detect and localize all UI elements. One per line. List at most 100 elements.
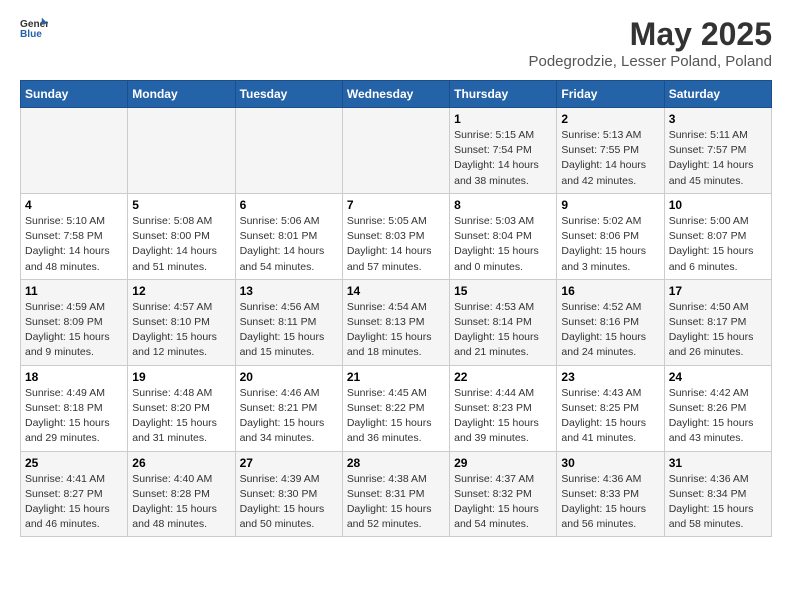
weekday-header-row: SundayMondayTuesdayWednesdayThursdayFrid… bbox=[21, 81, 772, 108]
day-number: 5 bbox=[132, 198, 230, 212]
day-info: Sunrise: 5:02 AM Sunset: 8:06 PM Dayligh… bbox=[561, 214, 659, 275]
calendar-cell: 30Sunrise: 4:36 AM Sunset: 8:33 PM Dayli… bbox=[557, 451, 664, 537]
calendar-cell bbox=[21, 108, 128, 194]
day-number: 28 bbox=[347, 456, 445, 470]
weekday-header-thursday: Thursday bbox=[450, 81, 557, 108]
day-info: Sunrise: 4:52 AM Sunset: 8:16 PM Dayligh… bbox=[561, 300, 659, 361]
weekday-header-sunday: Sunday bbox=[21, 81, 128, 108]
day-number: 10 bbox=[669, 198, 767, 212]
svg-text:Blue: Blue bbox=[20, 29, 42, 38]
calendar-cell: 24 Sunrise: 4:42 AM Sunset: 8:26 PM Dayli… bbox=[664, 365, 771, 451]
day-number: 20 bbox=[240, 370, 338, 384]
day-info: Sunrise: 5:13 AM Sunset: 7:55 PM Dayligh… bbox=[561, 128, 659, 189]
day-number: 27 bbox=[240, 456, 338, 470]
day-info: Sunrise: 4:36 AM Sunset: 8:34 PM Dayligh… bbox=[669, 472, 767, 533]
calendar-cell: 3 Sunrise: 5:11 AM Sunset: 7:57 PM Daylig… bbox=[664, 108, 771, 194]
day-info: Sunrise: 4:43 AM Sunset: 8:25 PM Dayligh… bbox=[561, 386, 659, 447]
day-number: 31 bbox=[669, 456, 767, 470]
calendar-cell: 15 Sunrise: 4:53 AM Sunset: 8:14 PM Dayli… bbox=[450, 279, 557, 365]
day-info: Sunrise: 5:05 AM Sunset: 8:03 PM Dayligh… bbox=[347, 214, 445, 275]
calendar-week-row: 4 Sunrise: 5:10 AM Sunset: 7:58 PM Daylig… bbox=[21, 193, 772, 279]
calendar-cell: 11 Sunrise: 4:59 AM Sunset: 8:09 PM Dayli… bbox=[21, 279, 128, 365]
day-info: Sunrise: 4:49 AM Sunset: 8:18 PM Dayligh… bbox=[25, 386, 123, 447]
day-number: 24 bbox=[669, 370, 767, 384]
weekday-header-saturday: Saturday bbox=[664, 81, 771, 108]
calendar-cell: 19 Sunrise: 4:48 AM Sunset: 8:20 PM Dayli… bbox=[128, 365, 235, 451]
day-number: 23 bbox=[561, 370, 659, 384]
day-info: Sunrise: 5:11 AM Sunset: 7:57 PM Dayligh… bbox=[669, 128, 767, 189]
calendar-cell: 27 Sunrise: 4:39 AM Sunset: 8:30 PM Dayli… bbox=[235, 451, 342, 537]
day-number: 13 bbox=[240, 284, 338, 298]
day-number: 26 bbox=[132, 456, 230, 470]
calendar-cell: 23 Sunrise: 4:43 AM Sunset: 8:25 PM Dayli… bbox=[557, 365, 664, 451]
calendar-week-row: 1Sunrise: 5:15 AM Sunset: 7:54 PM Daylig… bbox=[21, 108, 772, 194]
calendar-cell: 13Sunrise: 4:56 AM Sunset: 8:11 PM Dayli… bbox=[235, 279, 342, 365]
day-info: Sunrise: 5:00 AM Sunset: 8:07 PM Dayligh… bbox=[669, 214, 767, 275]
day-number: 9 bbox=[561, 198, 659, 212]
title-area: May 2025 Podegrodzie, Lesser Poland, Pol… bbox=[528, 16, 772, 70]
calendar-cell: 28 Sunrise: 4:38 AM Sunset: 8:31 PM Dayli… bbox=[342, 451, 449, 537]
calendar-cell: 17Sunrise: 4:50 AM Sunset: 8:17 PM Dayli… bbox=[664, 279, 771, 365]
weekday-header-monday: Monday bbox=[128, 81, 235, 108]
calendar-cell: 2Sunrise: 5:13 AM Sunset: 7:55 PM Daylig… bbox=[557, 108, 664, 194]
calendar-cell: 5 Sunrise: 5:08 AM Sunset: 8:00 PM Daylig… bbox=[128, 193, 235, 279]
day-info: Sunrise: 5:06 AM Sunset: 8:01 PM Dayligh… bbox=[240, 214, 338, 275]
day-number: 21 bbox=[347, 370, 445, 384]
day-number: 30 bbox=[561, 456, 659, 470]
calendar-table: SundayMondayTuesdayWednesdayThursdayFrid… bbox=[20, 80, 772, 537]
day-info: Sunrise: 4:40 AM Sunset: 8:28 PM Dayligh… bbox=[132, 472, 230, 533]
day-number: 29 bbox=[454, 456, 552, 470]
day-number: 11 bbox=[25, 284, 123, 298]
day-number: 3 bbox=[669, 112, 767, 126]
calendar-cell: 4 Sunrise: 5:10 AM Sunset: 7:58 PM Daylig… bbox=[21, 193, 128, 279]
day-info: Sunrise: 4:38 AM Sunset: 8:31 PM Dayligh… bbox=[347, 472, 445, 533]
calendar-cell: 25Sunrise: 4:41 AM Sunset: 8:27 PM Dayli… bbox=[21, 451, 128, 537]
calendar-cell: 26 Sunrise: 4:40 AM Sunset: 8:28 PM Dayli… bbox=[128, 451, 235, 537]
calendar-cell bbox=[128, 108, 235, 194]
calendar-cell: 16 Sunrise: 4:52 AM Sunset: 8:16 PM Dayli… bbox=[557, 279, 664, 365]
weekday-header-wednesday: Wednesday bbox=[342, 81, 449, 108]
calendar-title: May 2025 bbox=[528, 16, 772, 53]
day-number: 14 bbox=[347, 284, 445, 298]
calendar-cell: 31 Sunrise: 4:36 AM Sunset: 8:34 PM Dayli… bbox=[664, 451, 771, 537]
day-info: Sunrise: 4:54 AM Sunset: 8:13 PM Dayligh… bbox=[347, 300, 445, 361]
day-info: Sunrise: 4:48 AM Sunset: 8:20 PM Dayligh… bbox=[132, 386, 230, 447]
day-number: 7 bbox=[347, 198, 445, 212]
calendar-cell bbox=[342, 108, 449, 194]
day-info: Sunrise: 4:59 AM Sunset: 8:09 PM Dayligh… bbox=[25, 300, 123, 361]
day-number: 16 bbox=[561, 284, 659, 298]
day-info: Sunrise: 4:44 AM Sunset: 8:23 PM Dayligh… bbox=[454, 386, 552, 447]
calendar-cell: 8 Sunrise: 5:03 AM Sunset: 8:04 PM Daylig… bbox=[450, 193, 557, 279]
calendar-week-row: 18Sunrise: 4:49 AM Sunset: 8:18 PM Dayli… bbox=[21, 365, 772, 451]
calendar-cell: 6 Sunrise: 5:06 AM Sunset: 8:01 PM Daylig… bbox=[235, 193, 342, 279]
day-number: 8 bbox=[454, 198, 552, 212]
day-info: Sunrise: 4:37 AM Sunset: 8:32 PM Dayligh… bbox=[454, 472, 552, 533]
day-info: Sunrise: 4:53 AM Sunset: 8:14 PM Dayligh… bbox=[454, 300, 552, 361]
day-info: Sunrise: 4:42 AM Sunset: 8:26 PM Dayligh… bbox=[669, 386, 767, 447]
calendar-cell: 22 Sunrise: 4:44 AM Sunset: 8:23 PM Dayli… bbox=[450, 365, 557, 451]
day-info: Sunrise: 4:39 AM Sunset: 8:30 PM Dayligh… bbox=[240, 472, 338, 533]
calendar-cell: 14 Sunrise: 4:54 AM Sunset: 8:13 PM Dayli… bbox=[342, 279, 449, 365]
calendar-cell: 21 Sunrise: 4:45 AM Sunset: 8:22 PM Dayli… bbox=[342, 365, 449, 451]
day-info: Sunrise: 5:03 AM Sunset: 8:04 PM Dayligh… bbox=[454, 214, 552, 275]
calendar-cell: 7 Sunrise: 5:05 AM Sunset: 8:03 PM Daylig… bbox=[342, 193, 449, 279]
day-info: Sunrise: 5:10 AM Sunset: 7:58 PM Dayligh… bbox=[25, 214, 123, 275]
calendar-cell bbox=[235, 108, 342, 194]
day-info: Sunrise: 4:50 AM Sunset: 8:17 PM Dayligh… bbox=[669, 300, 767, 361]
day-info: Sunrise: 4:45 AM Sunset: 8:22 PM Dayligh… bbox=[347, 386, 445, 447]
calendar-cell: 18Sunrise: 4:49 AM Sunset: 8:18 PM Dayli… bbox=[21, 365, 128, 451]
calendar-week-row: 25Sunrise: 4:41 AM Sunset: 8:27 PM Dayli… bbox=[21, 451, 772, 537]
day-number: 15 bbox=[454, 284, 552, 298]
day-info: Sunrise: 5:08 AM Sunset: 8:00 PM Dayligh… bbox=[132, 214, 230, 275]
calendar-cell: 10 Sunrise: 5:00 AM Sunset: 8:07 PM Dayli… bbox=[664, 193, 771, 279]
day-info: Sunrise: 5:15 AM Sunset: 7:54 PM Dayligh… bbox=[454, 128, 552, 189]
day-info: Sunrise: 4:57 AM Sunset: 8:10 PM Dayligh… bbox=[132, 300, 230, 361]
day-number: 25 bbox=[25, 456, 123, 470]
calendar-subtitle: Podegrodzie, Lesser Poland, Poland bbox=[528, 53, 772, 70]
calendar-cell: 20Sunrise: 4:46 AM Sunset: 8:21 PM Dayli… bbox=[235, 365, 342, 451]
day-number: 4 bbox=[25, 198, 123, 212]
calendar-cell: 9 Sunrise: 5:02 AM Sunset: 8:06 PM Daylig… bbox=[557, 193, 664, 279]
day-number: 6 bbox=[240, 198, 338, 212]
day-number: 22 bbox=[454, 370, 552, 384]
day-number: 19 bbox=[132, 370, 230, 384]
